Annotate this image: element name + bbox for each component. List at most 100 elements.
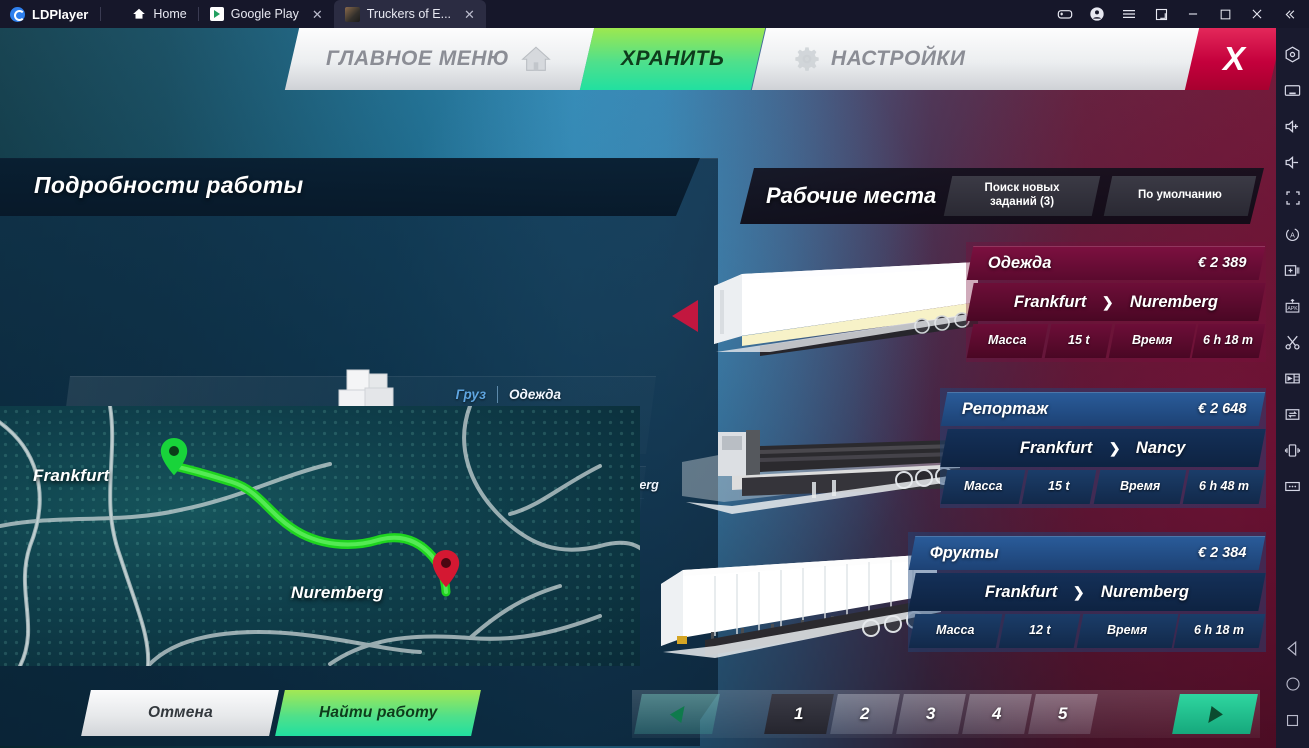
- gamepad-icon[interactable]: [1049, 0, 1081, 28]
- video-record-icon[interactable]: [1276, 360, 1309, 396]
- minimize-icon[interactable]: [1177, 0, 1209, 28]
- tab-strip: Home Google Play ✕ Truckers of E... ✕: [101, 0, 1049, 28]
- pagination-prev-button[interactable]: [634, 694, 720, 734]
- tab-truckers-close-icon[interactable]: ✕: [464, 8, 475, 21]
- job-card-3-stats: Масса 12 t Время 6 h 18 m: [908, 614, 1266, 648]
- cancel-button[interactable]: Отмена: [81, 690, 279, 736]
- map-label-origin: Frankfurt: [33, 466, 110, 485]
- pagination-page-2[interactable]: 2: [830, 694, 900, 734]
- collapse-icon[interactable]: [1273, 0, 1305, 28]
- job-card-1-from: Frankfurt: [1013, 292, 1087, 311]
- job-card-1-cargo: Одежда: [988, 253, 1052, 272]
- ldplayer-logo-icon: [10, 6, 25, 22]
- job-card-3[interactable]: Фрукты € 2 384 Frankfurt ❯ Nuremberg Мас…: [908, 532, 1266, 652]
- job-card-2-cargo: Репортаж: [962, 399, 1049, 418]
- jobs-panel-header: Рабочие места Поиск новых заданий (3) По…: [740, 168, 1264, 224]
- job-card-1-time-label: Время: [1108, 324, 1196, 358]
- job-trailer-thumb-3: [661, 554, 941, 658]
- tab-default-sort[interactable]: По умолчанию: [1104, 176, 1257, 216]
- pagination-page-5[interactable]: 5: [1028, 694, 1098, 734]
- settings-label: НАСТРОЙКИ: [830, 47, 966, 70]
- job-card-2[interactable]: Репортаж € 2 648 Frankfurt ❯ Nancy Масса…: [940, 388, 1266, 508]
- tab-truckers-label: Truckers of E...: [366, 7, 452, 21]
- find-job-button[interactable]: Найти работу: [275, 690, 481, 736]
- game-topnav: ГЛАВНОЕ МЕНЮ ХРАНИТЬ НАСТРОЙКИ X: [0, 28, 1276, 90]
- auto-rotate-icon[interactable]: A: [1276, 216, 1309, 252]
- close-icon[interactable]: [1241, 0, 1273, 28]
- arrow-right-icon: ❯: [1073, 583, 1086, 600]
- store-button[interactable]: ХРАНИТЬ: [580, 28, 766, 90]
- screenshot-scissors-icon[interactable]: [1276, 324, 1309, 360]
- cargo-kv: Груз Одежда: [428, 386, 561, 403]
- ldplayer-brand: LDPlayer: [0, 0, 100, 28]
- menu-icon[interactable]: [1113, 0, 1145, 28]
- main-menu-label: ГЛАВНОЕ МЕНЮ: [326, 47, 510, 70]
- chevron-right-icon: [1207, 705, 1223, 723]
- tab-default-sort-label: По умолчанию: [1138, 189, 1223, 202]
- tab-google-play-close-icon[interactable]: ✕: [312, 8, 323, 21]
- jobs-pagination: 1 2 3 4 5: [632, 690, 1260, 738]
- shake-icon[interactable]: [1276, 432, 1309, 468]
- home-icon: [133, 8, 146, 19]
- account-icon[interactable]: [1081, 0, 1113, 28]
- recents-square-icon[interactable]: [1276, 702, 1309, 738]
- operation-recorder-icon[interactable]: [1276, 36, 1309, 72]
- home-icon: [521, 46, 551, 71]
- pagination-page-3[interactable]: 3: [896, 694, 966, 734]
- tab-search-new-jobs[interactable]: Поиск новых заданий (3): [944, 176, 1101, 216]
- fullscreen-icon[interactable]: [1276, 180, 1309, 216]
- job-card-3-to: Nuremberg: [1101, 582, 1190, 601]
- topnav-left-spacer: [0, 28, 292, 90]
- game-viewport: ГЛАВНОЕ МЕНЮ ХРАНИТЬ НАСТРОЙКИ X Подробн…: [0, 28, 1276, 748]
- job-card-3-time-label: Время: [1076, 614, 1178, 648]
- pagination-page-1[interactable]: 1: [764, 694, 834, 734]
- main-menu-button[interactable]: ГЛАВНОЕ МЕНЮ: [284, 28, 595, 90]
- tab-google-play[interactable]: Google Play ✕: [199, 0, 334, 28]
- volume-down-icon[interactable]: [1276, 144, 1309, 180]
- more-icon[interactable]: [1276, 468, 1309, 504]
- pagination-next-button[interactable]: [1172, 694, 1258, 734]
- job-card-1[interactable]: Одежда € 2 389 Frankfurt ❯ Nuremberg Мас…: [966, 242, 1266, 362]
- back-icon[interactable]: [1276, 630, 1309, 666]
- job-card-2-header: Репортаж € 2 648: [940, 392, 1266, 426]
- job-card-1-header: Одежда € 2 389: [966, 246, 1266, 280]
- keyboard-icon[interactable]: [1276, 72, 1309, 108]
- job-card-1-price: € 2 389: [1197, 255, 1246, 271]
- job-card-2-price: € 2 648: [1197, 401, 1246, 417]
- window-controls: [1049, 0, 1309, 28]
- cargo-value: Одежда: [509, 387, 561, 402]
- pagination-page-4[interactable]: 4: [962, 694, 1032, 734]
- jobs-panel-title: Рабочие места: [766, 183, 937, 208]
- volume-up-icon[interactable]: [1276, 108, 1309, 144]
- page-title: Подробности работы: [34, 172, 304, 198]
- game-thumb-icon: [344, 6, 360, 22]
- job-card-2-route: Frankfurt ❯ Nancy: [940, 429, 1266, 467]
- tab-truckers[interactable]: Truckers of E... ✕: [333, 0, 486, 28]
- gear-icon: [794, 47, 819, 71]
- job-card-3-mass-value: 12 t: [998, 614, 1080, 648]
- shrink-icon[interactable]: [1145, 0, 1177, 28]
- app-root: LDPlayer Home Google Play ✕ Truckers of …: [0, 0, 1309, 748]
- home-circle-icon[interactable]: [1276, 666, 1309, 702]
- route-map[interactable]: Frankfurt Nuremberg: [0, 406, 640, 666]
- job-card-2-to: Nancy: [1136, 438, 1186, 457]
- cargo-key: Груз: [455, 387, 486, 402]
- maximize-icon[interactable]: [1209, 0, 1241, 28]
- job-card-3-from: Frankfurt: [984, 582, 1058, 601]
- settings-button[interactable]: НАСТРОЙКИ: [751, 28, 1007, 90]
- job-card-3-mass-label: Масса: [908, 614, 1003, 648]
- close-screen-button[interactable]: X: [1184, 28, 1276, 90]
- job-card-1-route: Frankfurt ❯ Nuremberg: [966, 283, 1266, 321]
- job-card-2-from: Frankfurt: [1020, 438, 1093, 457]
- multi-instance-icon[interactable]: [1276, 252, 1309, 288]
- job-card-2-mass-label: Масса: [940, 470, 1026, 504]
- install-apk-icon[interactable]: APK: [1276, 288, 1309, 324]
- job-card-1-stats: Масса 15 t Время 6 h 18 m: [966, 324, 1266, 358]
- tab-home[interactable]: Home: [121, 0, 197, 28]
- job-card-2-time-label: Время: [1093, 470, 1187, 504]
- ldplayer-titlebar: LDPlayer Home Google Play ✕ Truckers of …: [0, 0, 1309, 28]
- job-card-3-time-value: 6 h 18 m: [1173, 614, 1266, 648]
- job-action-buttons: Отмена Найти работу: [81, 690, 481, 736]
- sync-icon[interactable]: [1276, 396, 1309, 432]
- find-job-label: Найти работу: [318, 704, 438, 721]
